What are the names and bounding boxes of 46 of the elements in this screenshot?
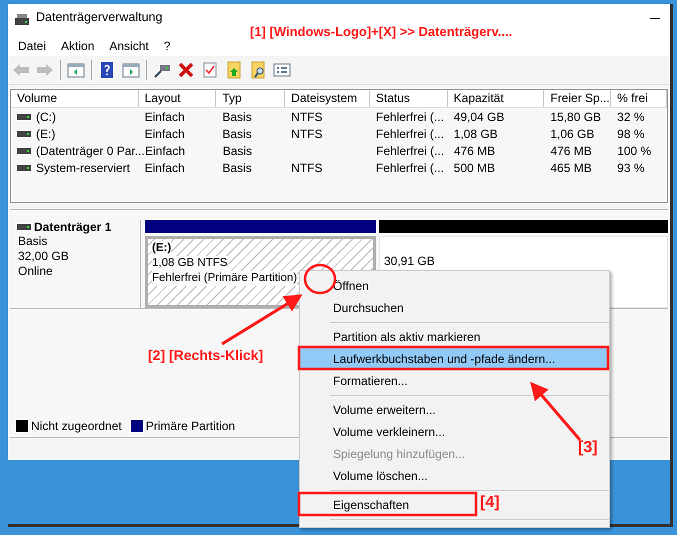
table-cell: (E:) [36, 126, 56, 140]
table-cell: Basis [222, 160, 252, 174]
annotation-text: [4] [480, 494, 500, 512]
table-cell: Fehlerfrei (... [376, 144, 444, 158]
table-cell: (C:) [36, 110, 56, 124]
table-cell: 93 % [617, 160, 645, 174]
table-cell: Fehlerfrei (... [376, 126, 444, 140]
annotation-text: [3] [578, 439, 598, 457]
table-cell: NTFS [291, 110, 322, 124]
table-cell: Basis [222, 126, 252, 140]
table-cell: 500 MB [454, 160, 496, 174]
table-cell: Fehlerfrei (... [376, 160, 444, 174]
table-cell: 476 MB [550, 144, 592, 158]
disk-status: Online [18, 264, 54, 279]
table-cell: 98 % [617, 126, 645, 140]
table-cell: Einfach [145, 144, 186, 158]
table-cell: Basis [222, 144, 252, 158]
partition-title: (E:) [152, 241, 172, 256]
table-cell: Einfach [144, 126, 185, 140]
table-cell: 1,08 GB [454, 126, 498, 140]
table-cell: (Datenträger 0 Par... [36, 144, 145, 158]
table-cell: Fehlerfrei (... [376, 110, 444, 124]
table-cell: Basis [222, 110, 252, 124]
table-cell: NTFS [291, 160, 322, 174]
partition-size: 1,08 GB NTFS [152, 256, 228, 271]
partition-status: Fehlerfrei (Primäre Partition) [152, 271, 298, 286]
table-cell: 32 % [617, 110, 645, 124]
table-cell: NTFS [291, 126, 322, 140]
table-cell: Einfach [144, 160, 185, 174]
legend-label: Nicht zugeordnet [31, 419, 122, 433]
window-title: Datenträgerverwaltung [36, 10, 162, 24]
table-cell: 1,06 GB [550, 126, 594, 140]
legend-label: Primäre Partition [146, 419, 236, 433]
partition-size: 30,91 GB [384, 254, 435, 269]
table-cell: 49,04 GB [454, 110, 504, 124]
table-cell: 465 MB [550, 160, 592, 174]
annotation-text: [1] [Windows-Logo]+[X] >> Datenträgerv.... [250, 24, 512, 39]
table-cell: Einfach [144, 110, 185, 124]
annotation-text: [2] [Rechts-Klick] [148, 347, 264, 363]
disk-type: Basis [18, 234, 48, 249]
disk-name: Datenträger 1 [34, 220, 112, 234]
table-cell: 100 % [617, 144, 652, 158]
table-cell: 476 MB [454, 144, 496, 158]
disk-size: 32,00 GB [18, 249, 70, 264]
table-cell: System-reserviert [36, 160, 130, 174]
table-cell: 15,80 GB [550, 110, 602, 124]
